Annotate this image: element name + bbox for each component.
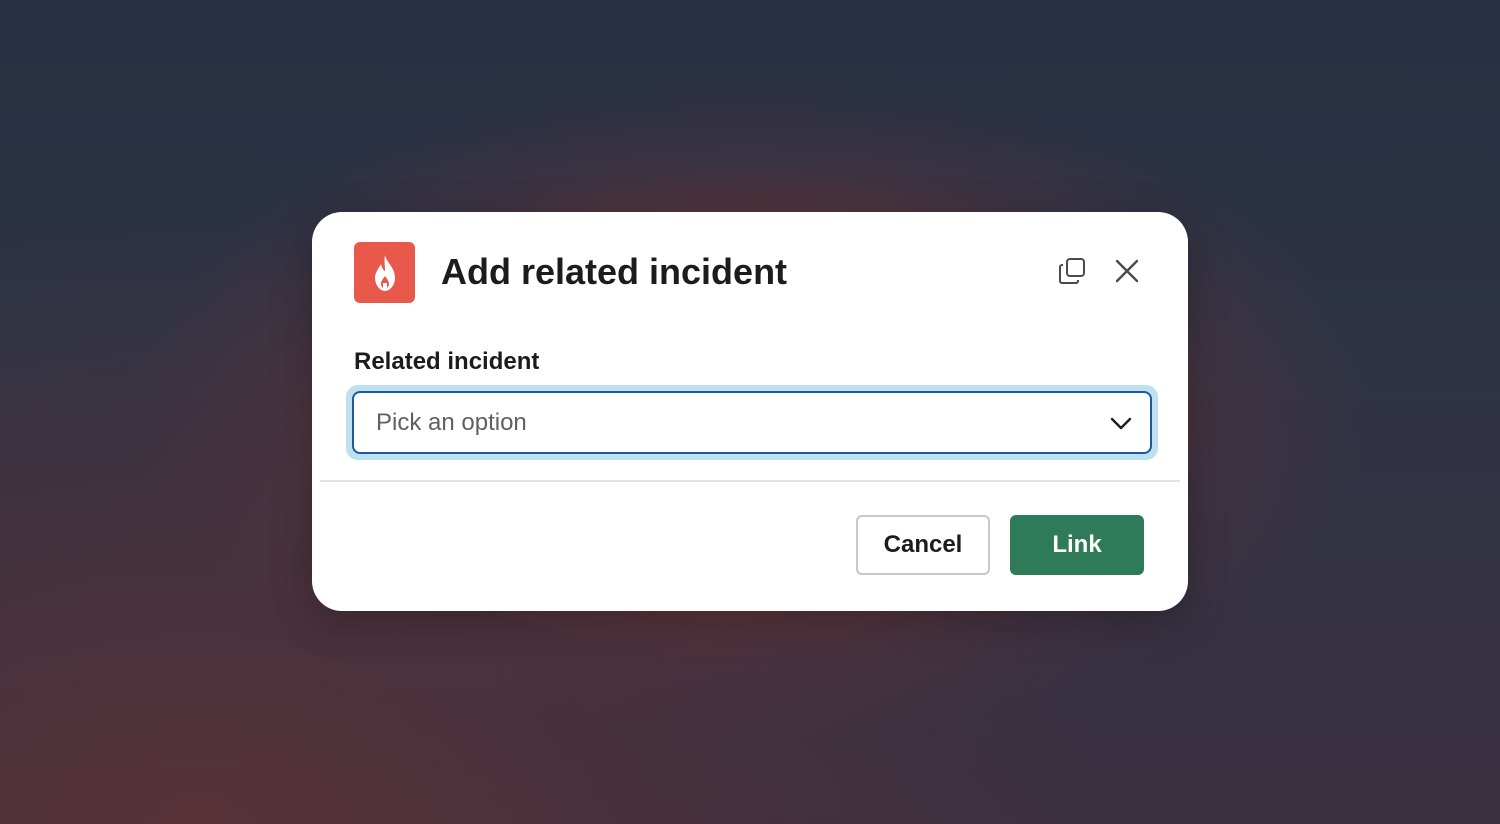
modal-dialog: Add related incident Related incident Pi…	[312, 212, 1188, 611]
divider	[320, 480, 1180, 482]
select-placeholder: Pick an option	[376, 409, 527, 436]
close-button[interactable]	[1110, 256, 1144, 290]
flame-icon	[354, 242, 415, 303]
chevron-down-icon	[1108, 411, 1134, 437]
field-label: Related incident	[354, 348, 540, 375]
copy-icon	[1058, 257, 1086, 290]
select-focus-ring: Pick an option	[346, 385, 1158, 460]
copy-button[interactable]	[1055, 256, 1089, 290]
dialog-title: Add related incident	[441, 251, 788, 292]
cancel-button[interactable]: Cancel	[856, 515, 990, 575]
link-button[interactable]: Link	[1010, 515, 1144, 575]
related-incident-select[interactable]: Pick an option	[352, 391, 1152, 454]
close-icon	[1114, 258, 1140, 289]
